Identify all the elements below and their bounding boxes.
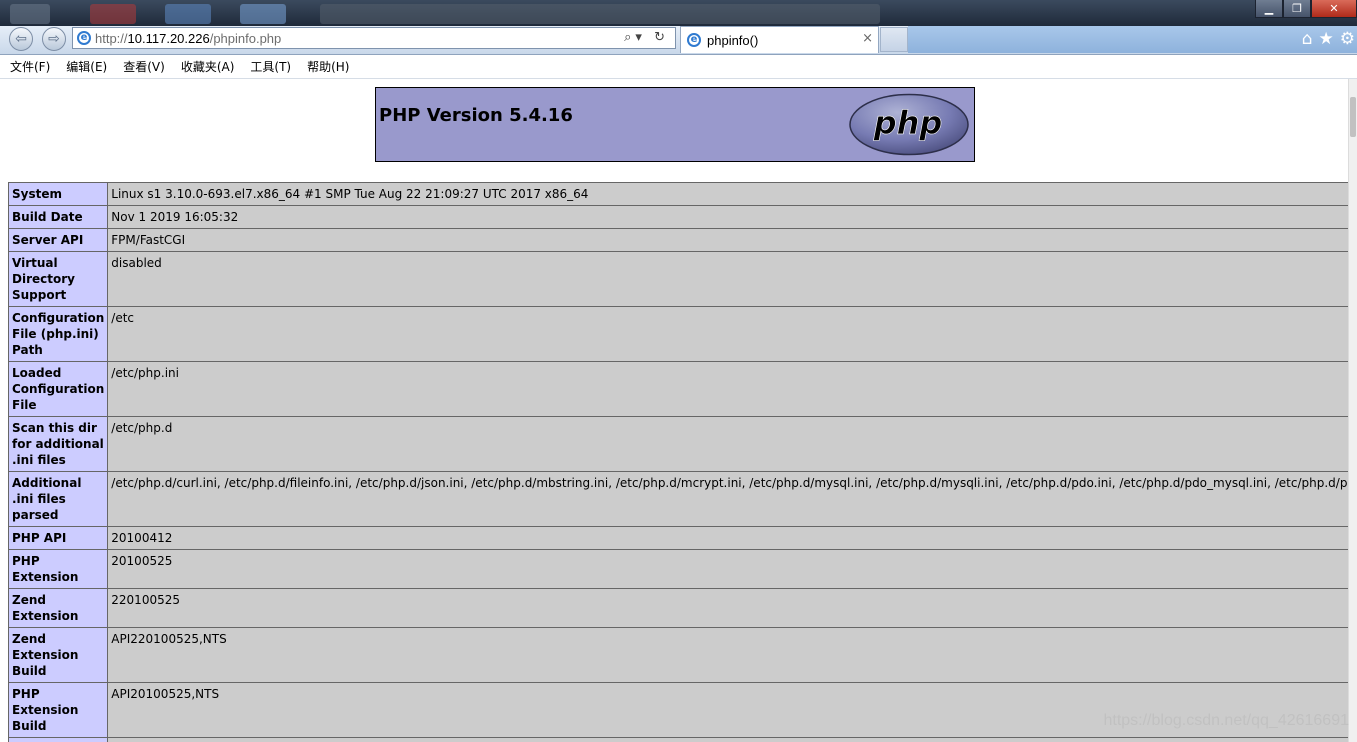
address-prefix: http:// (95, 31, 128, 46)
ie-tab-icon: e (687, 33, 701, 47)
config-key: Zend Extension (7, 588, 109, 628)
tab-phpinfo[interactable]: e phpinfo() × (680, 26, 879, 53)
table-row: Additional .ini files parsed/etc/php.d/c… (7, 471, 1349, 527)
menu-help[interactable]: 帮助(H) (307, 58, 349, 75)
toolbar-icons: ⌂ ★ ⚙ (1302, 29, 1355, 49)
config-key: Debug Build (7, 737, 109, 742)
toolbar-right-area: ⌂ ★ ⚙ (908, 26, 1357, 53)
config-value: disabled (107, 251, 1349, 307)
config-value: /etc/php.ini (107, 361, 1349, 417)
address-url[interactable]: http://10.117.20.226/phpinfo.php (95, 31, 281, 46)
config-value: /etc/php.d (107, 416, 1349, 472)
close-window-button[interactable]: ✕ (1311, 0, 1357, 18)
config-key: Scan this dir for additional .ini files (7, 416, 109, 472)
page-title: PHP Version 5.4.16 (379, 105, 573, 126)
tab-close-icon[interactable]: × (862, 31, 873, 46)
address-bar[interactable]: e http://10.117.20.226/phpinfo.php ⌕▾ ↻ (72, 27, 676, 49)
table-row: PHP Extension 20100525 (7, 549, 1349, 589)
config-key: Server API (7, 228, 109, 252)
config-key: System (7, 182, 109, 206)
table-row: Debug Buildno (7, 737, 1349, 742)
table-row: PHP API 20100412 (7, 526, 1349, 550)
config-value: 20100412 (107, 526, 1349, 550)
config-value: no (107, 737, 1349, 742)
config-key: Virtual Directory Support (7, 251, 109, 307)
config-value: Nov 1 2019 16:05:32 (107, 205, 1349, 229)
table-row: Zend Extension 220100525 (7, 588, 1349, 628)
phpinfo-table-body: System Linux s1 3.10.0-693.el7.x86_64 #1 … (7, 182, 1349, 742)
config-value: 20100525 (107, 549, 1349, 589)
table-row: Virtual Directory Support disabled (7, 251, 1349, 307)
menu-bar: 文件(F) 编辑(E) 查看(V) 收藏夹(A) 工具(T) 帮助(H) (0, 55, 1357, 79)
tab-label: phpinfo() (707, 33, 759, 48)
window-controls: ▁ ❐ ✕ (1255, 0, 1357, 18)
blurred-taskbar-item (10, 4, 50, 24)
config-value: 220100525 (107, 588, 1349, 628)
table-row: System Linux s1 3.10.0-693.el7.x86_64 #1 … (7, 182, 1349, 206)
config-value: /etc/php.d/curl.ini, /etc/php.d/fileinfo… (107, 471, 1349, 527)
config-value: API220100525,NTS (107, 627, 1349, 683)
blurred-taskbar-item (90, 4, 136, 24)
menu-favorites[interactable]: 收藏夹(A) (181, 58, 235, 75)
table-row: Zend Extension Build API220100525,NTS (7, 627, 1349, 683)
php-logo-text: php (873, 104, 943, 142)
home-icon[interactable]: ⌂ (1302, 29, 1313, 49)
config-value: /etc (107, 306, 1349, 362)
scrollbar-thumb[interactable] (1350, 97, 1356, 137)
forward-arrow-icon: ⇨ (48, 31, 60, 47)
phpinfo-table: System Linux s1 3.10.0-693.el7.x86_64 #1 … (7, 182, 1349, 742)
config-key: Configuration File (php.ini) Path (7, 306, 109, 362)
gear-icon[interactable]: ⚙ (1340, 29, 1355, 49)
table-row: Scan this dir for additional .ini files /… (7, 416, 1349, 472)
menu-edit[interactable]: 编辑(E) (66, 58, 107, 75)
blurred-taskbar-item (165, 4, 211, 24)
blurred-taskbar-item (320, 4, 880, 24)
page-viewport: PHP Version 5.4.16 php System Linux s1 3.… (0, 79, 1349, 742)
minimize-button[interactable]: ▁ (1255, 0, 1283, 18)
address-host: 10.117.20.226 (127, 31, 210, 46)
php-header: PHP Version 5.4.16 php (375, 87, 975, 162)
watermark-text: https://blog.csdn.net/qq_42616691 (1103, 712, 1349, 729)
config-key: Build Date (7, 205, 109, 229)
menu-view[interactable]: 查看(V) (123, 58, 165, 75)
table-row: Configuration File (php.ini) Path/etc (7, 306, 1349, 362)
table-row: Server API FPM/FastCGI (7, 228, 1349, 252)
config-key: PHP API (7, 526, 109, 550)
config-key: Loaded Configuration File (7, 361, 109, 417)
config-value: FPM/FastCGI (107, 228, 1349, 252)
navigation-bar: ⇦ ⇨ e http://10.117.20.226/phpinfo.php ⌕… (0, 26, 1357, 55)
new-tab-button[interactable] (880, 27, 908, 52)
menu-tools[interactable]: 工具(T) (250, 58, 291, 75)
forward-button[interactable]: ⇨ (42, 27, 66, 51)
ie-page-icon: e (77, 31, 91, 45)
maximize-button[interactable]: ❐ (1283, 0, 1311, 18)
search-refresh-icons[interactable]: ⌕▾ ↻ (624, 30, 669, 45)
table-row: Loaded Configuration File/etc/php.ini (7, 361, 1349, 417)
config-key: Zend Extension Build (7, 627, 109, 683)
back-arrow-icon: ⇦ (15, 31, 27, 47)
blurred-taskbar-item (240, 4, 286, 24)
vertical-scrollbar[interactable] (1348, 79, 1357, 742)
address-path: /phpinfo.php (209, 31, 282, 46)
config-key: Additional .ini files parsed (7, 471, 109, 527)
config-key: PHP Extension (7, 549, 109, 589)
config-key: PHP Extension Build (7, 682, 109, 738)
back-button[interactable]: ⇦ (9, 27, 33, 51)
php-logo[interactable]: php (848, 93, 970, 156)
table-row: Build Date Nov 1 2019 16:05:32 (7, 205, 1349, 229)
menu-file[interactable]: 文件(F) (10, 58, 50, 75)
window-title-bar: ▁ ❐ ✕ (0, 0, 1357, 26)
star-icon[interactable]: ★ (1319, 29, 1334, 49)
config-value: Linux s1 3.10.0-693.el7.x86_64 #1 SMP Tu… (107, 182, 1349, 206)
